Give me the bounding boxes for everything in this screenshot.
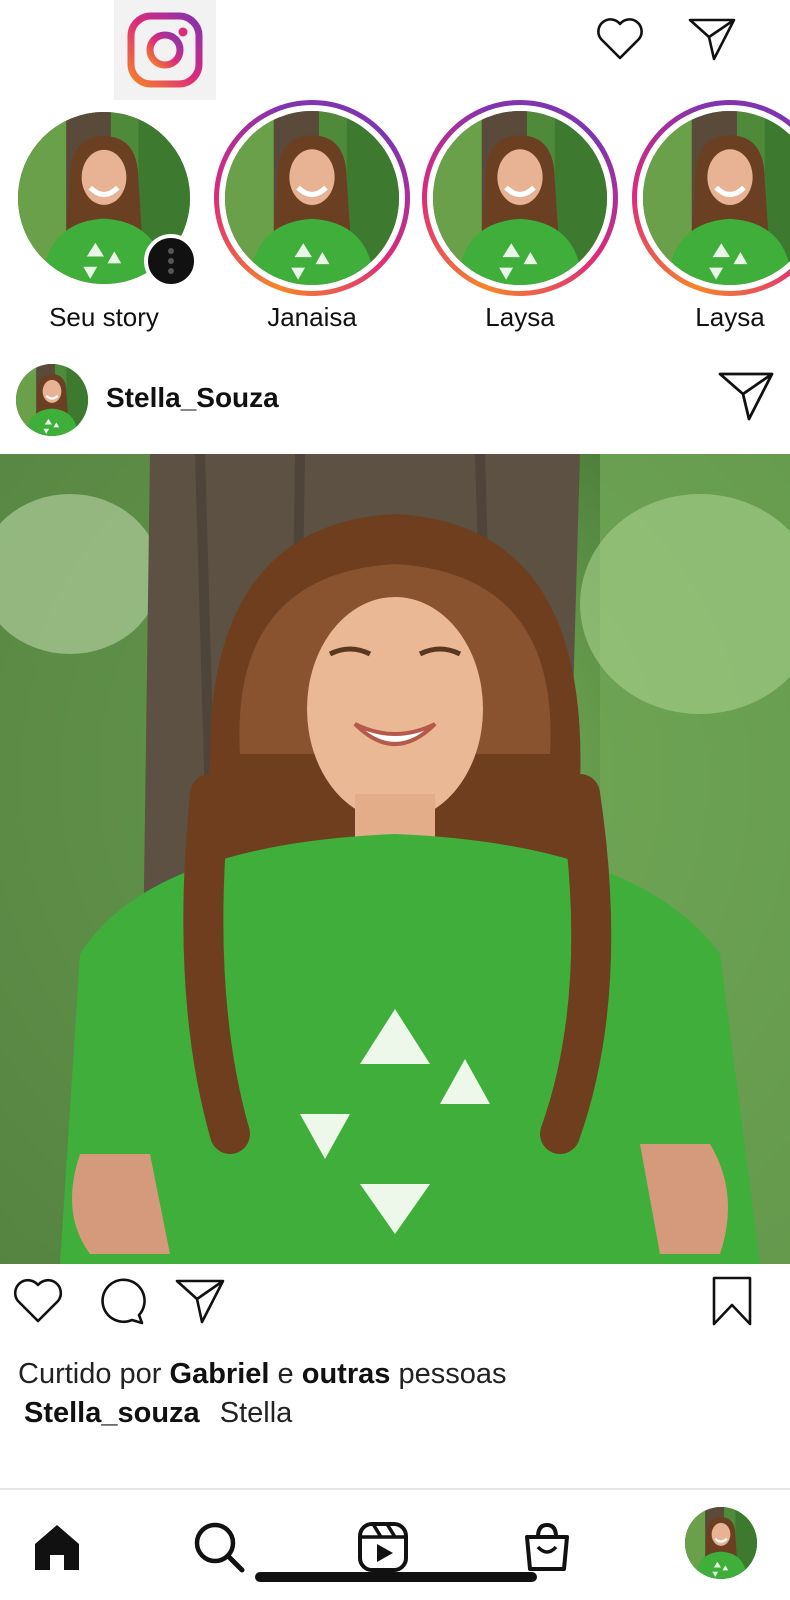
top-bar [0,0,790,100]
like-heart-icon[interactable] [12,1276,64,1326]
post-header: Stella_Souza [0,358,790,438]
story-item[interactable]: Janaisa [212,100,412,333]
story-name: Laysa [695,302,765,332]
activity-heart-icon[interactable] [594,14,646,64]
profile-avatar[interactable] [684,1506,758,1580]
post-caption: Stella_souza Stella [24,1397,292,1430]
home-icon[interactable] [22,1512,92,1582]
direct-message-icon[interactable] [686,14,738,64]
search-icon[interactable] [184,1512,254,1582]
story-avatar [643,111,790,285]
likes-prefix: Curtido por [18,1358,162,1390]
likes-suffix: pessoas [398,1358,507,1390]
story-name: Seu story [49,302,159,332]
post-photo[interactable] [0,454,790,1264]
story-name: Janaisa [267,302,357,332]
bottom-nav [0,1490,790,1600]
story-own[interactable]: Seu story [4,100,204,333]
caption-username[interactable]: Stella_souza [24,1397,200,1429]
story-avatar [433,111,607,285]
comment-icon[interactable] [94,1276,146,1326]
likes-conjunction: e [277,1358,294,1390]
instagram-logo-icon[interactable] [114,0,216,100]
liked-by-user[interactable]: Gabriel [170,1358,270,1390]
share-paper-plane-icon[interactable] [174,1276,226,1326]
caption-text: Stella [219,1397,293,1429]
story-item[interactable]: Laysa [630,100,790,333]
story-avatar [225,111,399,285]
post-username[interactable]: Stella_Souza [106,382,279,414]
post-share-icon[interactable] [716,366,776,426]
liked-by-others[interactable]: outras [302,1358,391,1390]
home-indicator [255,1572,537,1582]
post-author-avatar[interactable] [16,364,88,436]
post-actions [0,1276,790,1336]
save-bookmark-icon[interactable] [706,1276,758,1326]
story-name: Laysa [485,302,555,332]
story-options-icon[interactable] [144,234,198,288]
story-item[interactable]: Laysa [420,100,620,333]
stories-row: Seu story Janaisa Laysa Laysa [0,100,790,335]
likes-summary: Curtido por Gabriel e outras pessoas [18,1358,506,1391]
